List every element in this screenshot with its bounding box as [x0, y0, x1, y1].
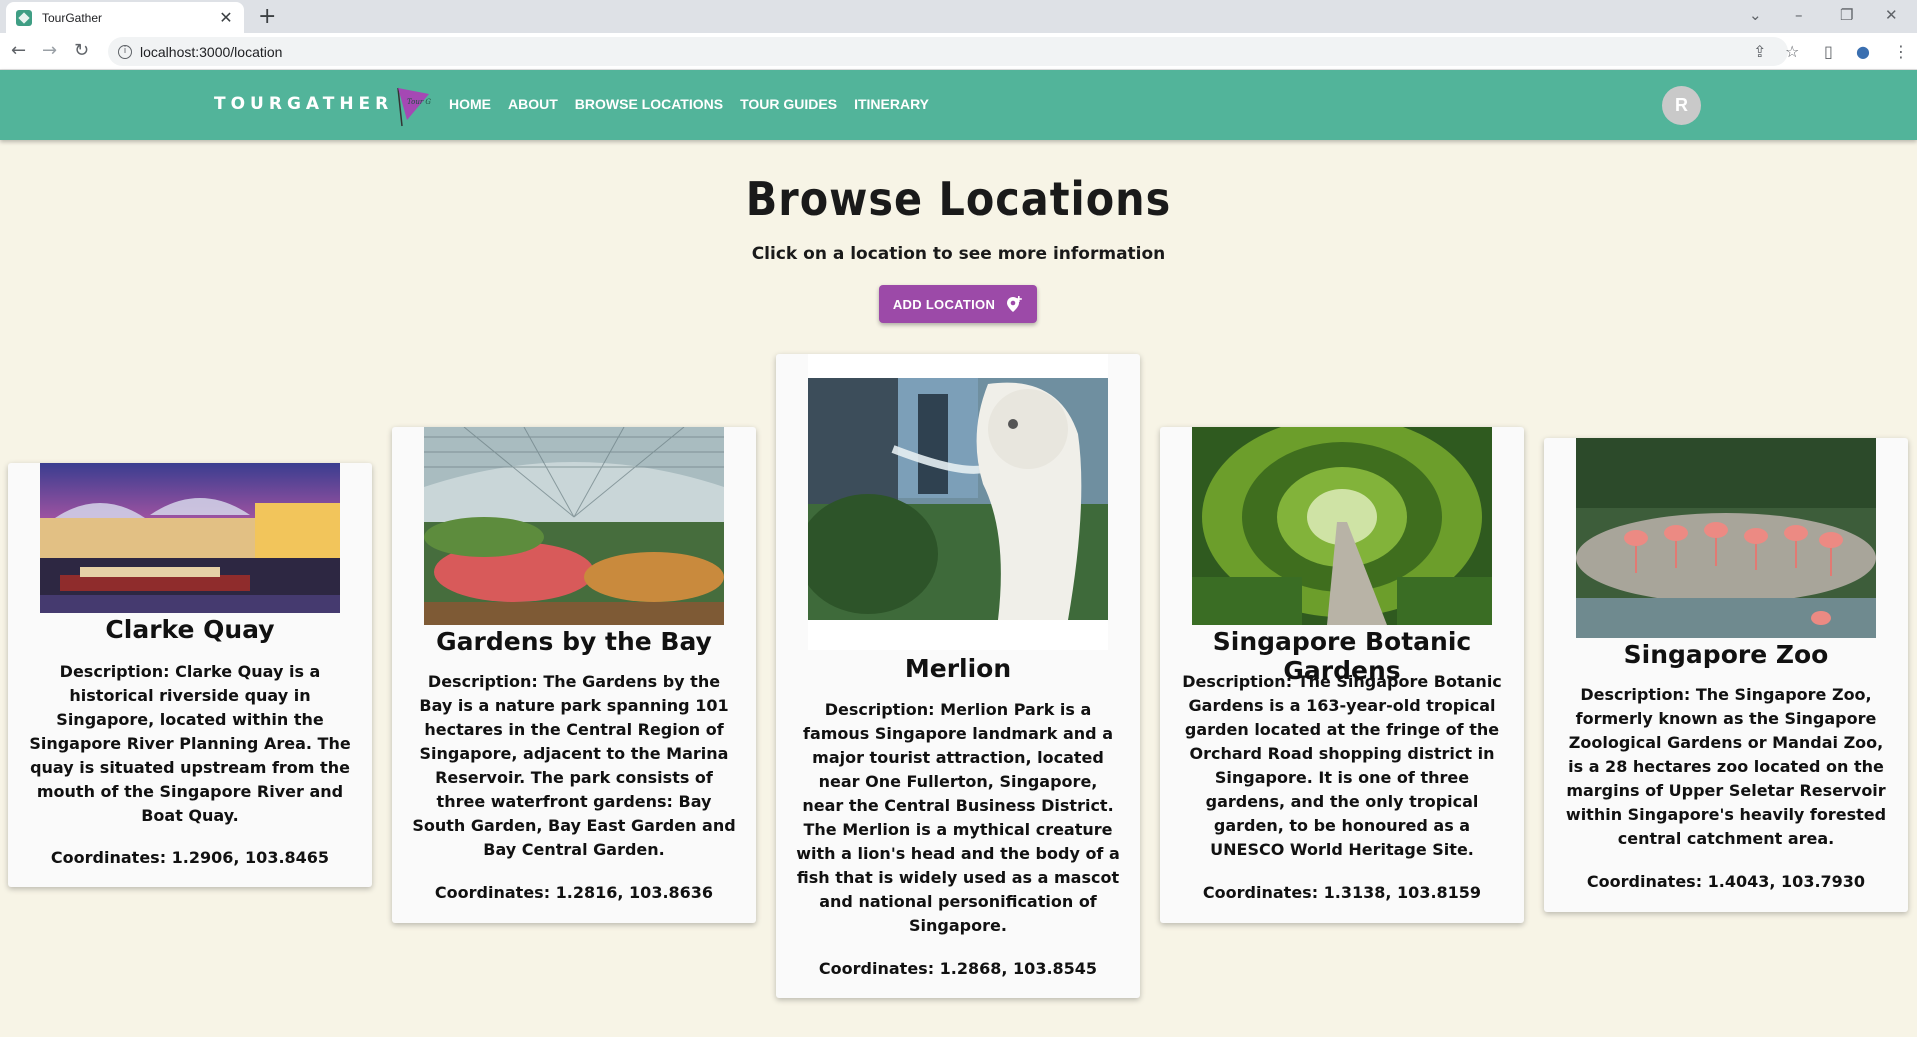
singapore-zoo-image [1576, 438, 1876, 638]
browser-toolbar: ← → ↻ i localhost:3000/location ⇪ ☆ ▯ ● … [0, 33, 1917, 70]
location-card-clarke-quay[interactable]: Clarke Quay Description: Clarke Quay is … [8, 463, 372, 887]
main-nav: HOME ABOUT BROWSE LOCATIONS TOUR GUIDES … [449, 96, 929, 112]
location-name: Singapore Zoo [1623, 640, 1829, 669]
location-description: Description: Clarke Quay is a historical… [29, 662, 351, 825]
tab-search-icon[interactable]: ⌄ [1749, 6, 1762, 24]
gardens-by-the-bay-image [424, 427, 724, 625]
reload-icon[interactable]: ↻ [74, 40, 89, 61]
close-window-icon[interactable]: ✕ [1885, 6, 1898, 24]
browser-tab-bar: TourGather ✕ + ⌄ – ❐ ✕ [0, 0, 1917, 33]
browser-menu-icon[interactable]: ⋮ [1893, 42, 1909, 61]
location-description: Description: The Singapore Botanic Garde… [1182, 672, 1502, 859]
page-subtitle: Click on a location to see more informat… [751, 244, 1166, 264]
location-coordinates: Coordinates: 1.2868, 103.8545 [818, 959, 1098, 978]
add-location-pin-icon [1007, 296, 1022, 312]
browser-tab[interactable]: TourGather ✕ [6, 2, 244, 33]
location-card-gardens-by-the-bay[interactable]: Gardens by the Bay Description: The Gard… [392, 427, 756, 923]
nav-tour-guides[interactable]: TOUR GUIDES [740, 96, 837, 112]
location-card-singapore-botanic-gardens[interactable]: Singapore Botanic Gardens Description: T… [1160, 427, 1524, 923]
page-title: Browse Locations [745, 172, 1172, 226]
forward-icon[interactable]: → [42, 40, 57, 61]
nav-about[interactable]: ABOUT [508, 96, 558, 112]
address-bar[interactable]: i localhost:3000/location [108, 37, 1788, 66]
close-tab-icon[interactable]: ✕ [218, 8, 234, 27]
location-coordinates: Coordinates: 1.2906, 103.8465 [50, 848, 330, 867]
side-panel-icon[interactable]: ▯ [1824, 42, 1833, 61]
add-location-button[interactable]: ADD LOCATION [879, 285, 1037, 323]
nav-home[interactable]: HOME [449, 96, 491, 112]
location-name: Gardens by the Bay [436, 627, 712, 656]
location-description: Description: The Gardens by the Bay is a… [412, 672, 736, 859]
share-icon[interactable]: ⇪ [1753, 42, 1766, 61]
location-description: Description: The Singapore Zoo, formerly… [1565, 685, 1887, 848]
location-card-singapore-zoo[interactable]: Singapore Zoo Description: The Singapore… [1544, 438, 1908, 912]
clarke-quay-image [40, 463, 340, 613]
app-header: TOURGATHER Tour Gather HOME ABOUT BROWSE… [0, 70, 1917, 140]
site-info-icon[interactable]: i [118, 44, 132, 59]
bookmark-star-icon[interactable]: ☆ [1785, 42, 1799, 61]
tab-title: TourGather [42, 10, 103, 25]
extension-icon[interactable]: ● [1856, 42, 1870, 61]
location-name: Clarke Quay [105, 615, 275, 644]
nav-itinerary[interactable]: ITINERARY [854, 96, 929, 112]
url-text[interactable]: localhost:3000/location [140, 44, 282, 60]
restore-icon[interactable]: ❐ [1840, 6, 1853, 24]
add-location-label: ADD LOCATION [892, 296, 996, 312]
merlion-image [808, 354, 1108, 650]
new-tab-icon[interactable]: + [258, 4, 276, 29]
minimize-icon[interactable]: – [1795, 6, 1803, 24]
tourgather-logo-icon[interactable]: Tour Gather [393, 84, 431, 128]
location-card-merlion[interactable]: Merlion Description: Merlion Park is a f… [776, 354, 1140, 998]
location-name: Merlion [904, 654, 1012, 683]
location-coordinates: Coordinates: 1.4043, 103.7930 [1586, 872, 1866, 891]
location-coordinates: Coordinates: 1.3138, 103.8159 [1202, 883, 1482, 902]
logo-text: Tour Gather [407, 98, 431, 106]
user-avatar[interactable]: R [1662, 86, 1701, 125]
location-coordinates: Coordinates: 1.2816, 103.8636 [434, 883, 714, 902]
favicon-icon [16, 9, 32, 26]
singapore-botanic-gardens-image [1192, 427, 1492, 625]
nav-browse-locations[interactable]: BROWSE LOCATIONS [575, 96, 723, 112]
back-icon[interactable]: ← [11, 40, 26, 61]
location-description: Description: Merlion Park is a famous Si… [796, 700, 1120, 935]
brand-name[interactable]: TOURGATHER [214, 94, 393, 114]
